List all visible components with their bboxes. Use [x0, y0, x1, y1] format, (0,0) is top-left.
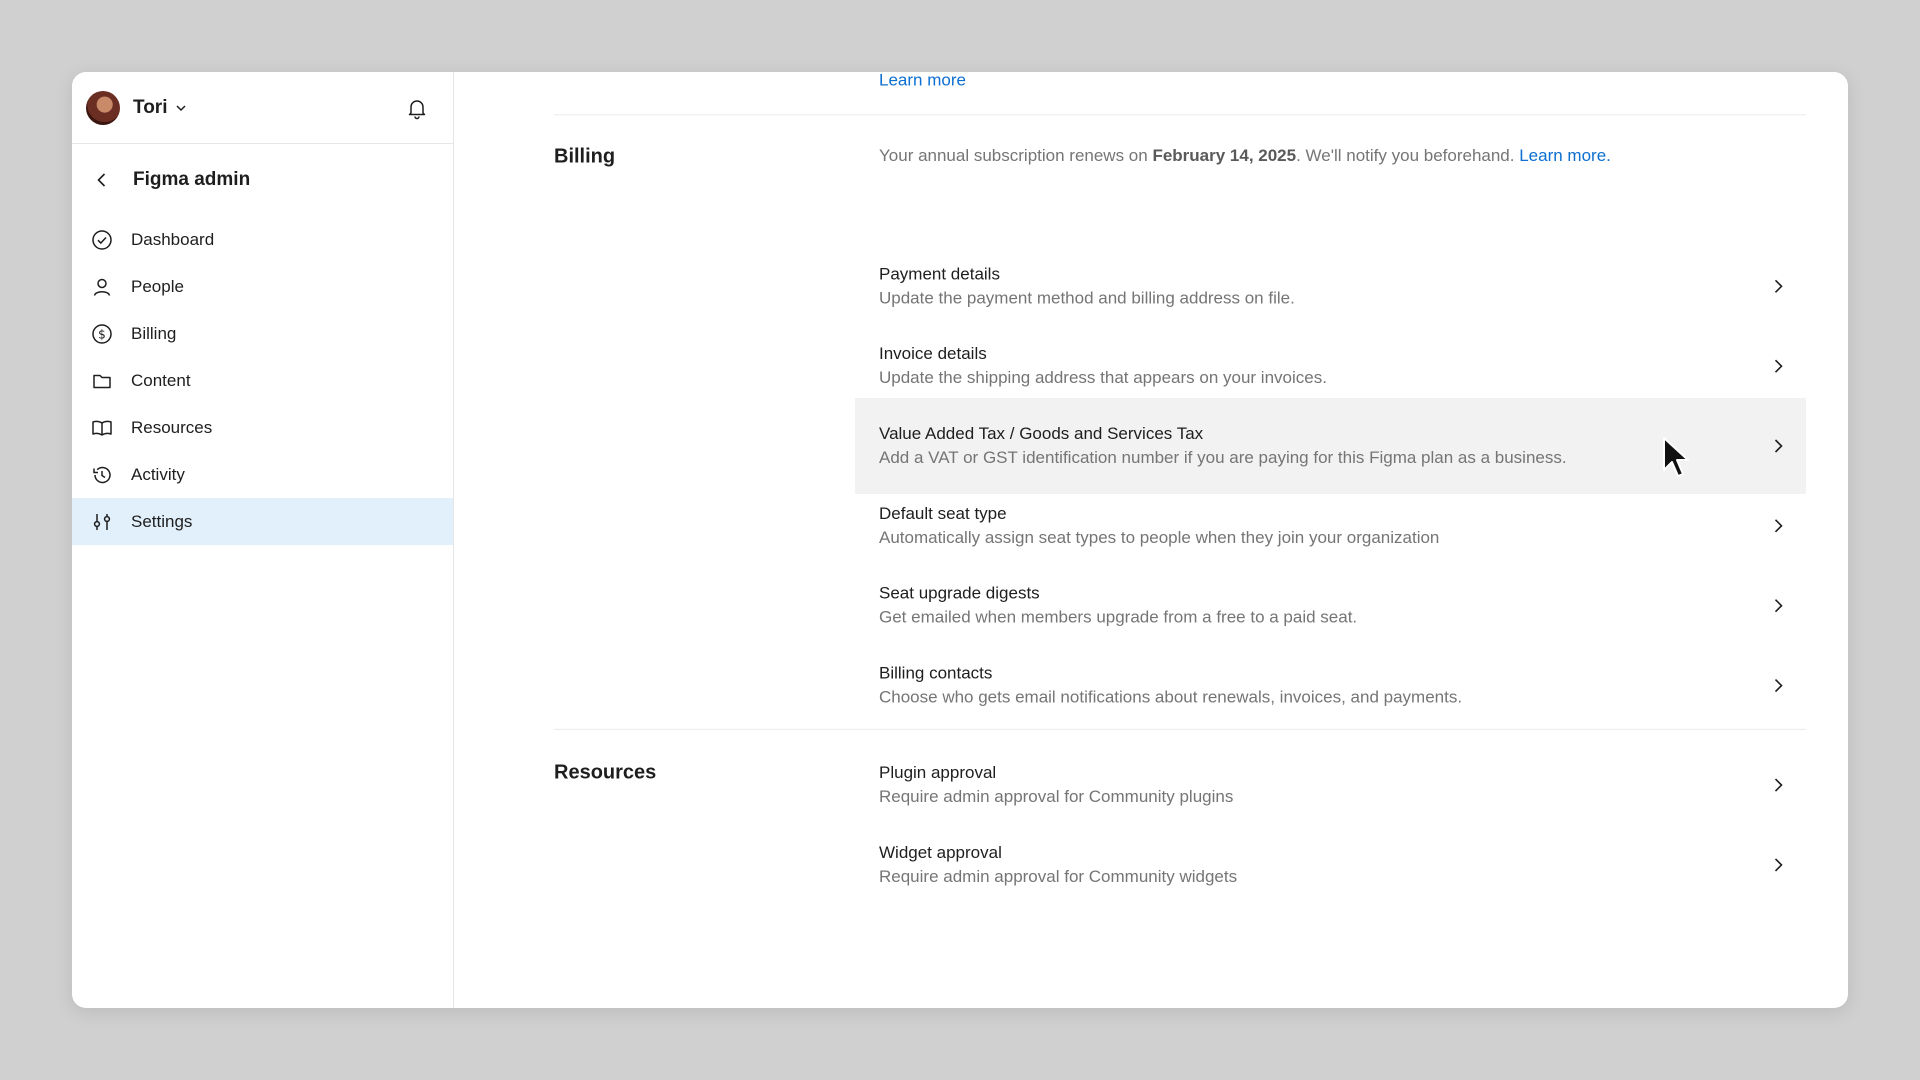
sidebar: Tori Figma admin Dashboard People $ Bill…: [72, 72, 454, 1008]
chevron-right-icon: [1768, 516, 1788, 536]
billing-renewal-note: Your annual subscription renews on Febru…: [879, 146, 1611, 166]
row-text: Plugin approval Require admin approval f…: [879, 761, 1768, 809]
book-icon: [90, 416, 114, 440]
sidebar-item-billing[interactable]: $ Billing: [72, 310, 453, 357]
row-title: Widget approval: [879, 842, 1002, 862]
chevron-right-icon: [1768, 676, 1788, 696]
row-text: Seat upgrade digests Get emailed when me…: [879, 582, 1768, 630]
billing-contacts-row[interactable]: Billing contacts Choose who gets email n…: [855, 638, 1806, 734]
sidebar-item-label: Dashboard: [131, 229, 215, 249]
avatar[interactable]: [86, 90, 120, 125]
chevron-right-icon: [1768, 596, 1788, 616]
row-text: Payment details Update the payment metho…: [879, 262, 1768, 310]
sidebar-item-resources[interactable]: Resources: [72, 404, 453, 451]
dollar-circle-icon: $: [90, 322, 114, 346]
row-title: Billing contacts: [879, 663, 993, 683]
chevron-right-icon: [1768, 436, 1788, 456]
sidebar-item-label: Billing: [131, 323, 177, 343]
row-title: Value Added Tax / Goods and Services Tax: [879, 424, 1204, 444]
sidebar-item-settings[interactable]: Settings: [72, 498, 453, 545]
row-description: Choose who gets email notifications abou…: [879, 687, 1463, 707]
check-circle-icon: [90, 228, 114, 252]
folder-icon: [90, 369, 114, 393]
history-icon: [90, 463, 114, 487]
row-description: Update the shipping address that appears…: [879, 368, 1327, 388]
sidebar-item-label: Settings: [131, 511, 193, 531]
sidebar-title: Figma admin: [133, 169, 251, 190]
row-description: Require admin approval for Community plu…: [879, 787, 1234, 807]
row-title: Invoice details: [879, 344, 987, 364]
row-title: Payment details: [879, 264, 1000, 284]
row-title: Plugin approval: [879, 763, 997, 783]
user-name[interactable]: Tori: [133, 97, 167, 119]
row-text: Invoice details Update the shipping addr…: [879, 342, 1768, 390]
chevron-right-icon: [1768, 855, 1788, 875]
row-description: Add a VAT or GST identification number i…: [879, 448, 1567, 468]
renewal-date: February 14, 2025: [1152, 146, 1297, 166]
sidebar-item-label: People: [131, 276, 184, 296]
person-icon: [90, 275, 114, 299]
chevron-left-icon[interactable]: [92, 170, 116, 190]
sidebar-nav: Dashboard People $ Billing Content Resou…: [72, 216, 453, 545]
row-text: Value Added Tax / Goods and Services Tax…: [879, 422, 1768, 470]
billing-section-label: Billing: [554, 145, 616, 168]
svg-text:$: $: [98, 327, 106, 341]
row-description: Automatically assign seat types to peopl…: [879, 527, 1440, 547]
row-text: Billing contacts Choose who gets email n…: [879, 662, 1768, 710]
chevron-right-icon: [1768, 356, 1788, 376]
app-window: Tori Figma admin Dashboard People $ Bill…: [72, 72, 1848, 1008]
divider: [554, 728, 1806, 730]
sidebar-item-people[interactable]: People: [72, 263, 453, 310]
sidebar-item-activity[interactable]: Activity: [72, 451, 453, 498]
row-description: Require admin approval for Community wid…: [879, 866, 1238, 886]
row-description: Update the payment method and billing ad…: [879, 288, 1295, 308]
row-text: Default seat type Automatically assign s…: [879, 502, 1768, 550]
resources-section-label: Resources: [554, 761, 657, 784]
widget-approval-row[interactable]: Widget approval Require admin approval f…: [855, 817, 1806, 913]
main-content: Learn more Billing Your annual subscript…: [454, 72, 1848, 1008]
divider: [554, 114, 1806, 116]
sidebar-item-label: Content: [131, 370, 191, 390]
learn-more-link[interactable]: Learn more: [879, 72, 966, 90]
bell-icon[interactable]: [405, 96, 429, 120]
chevron-right-icon: [1768, 775, 1788, 795]
sidebar-item-dashboard[interactable]: Dashboard: [72, 216, 453, 263]
renewal-learn-more-link[interactable]: Learn more.: [1519, 146, 1611, 165]
renewal-text: Your annual subscription renews on: [879, 146, 1153, 166]
chevron-down-icon[interactable]: [175, 102, 187, 114]
chevron-right-icon: [1768, 276, 1788, 296]
user-bar: Tori: [72, 72, 453, 144]
sliders-icon: [90, 510, 114, 534]
row-description: Get emailed when members upgrade from a …: [879, 607, 1358, 627]
row-text: Widget approval Require admin approval f…: [879, 841, 1768, 889]
sidebar-item-content[interactable]: Content: [72, 357, 453, 404]
sidebar-item-label: Resources: [131, 417, 213, 437]
renewal-text-suffix: . We'll notify you beforehand.: [1296, 146, 1520, 166]
row-title: Seat upgrade digests: [879, 583, 1040, 603]
sidebar-header: Figma admin: [72, 144, 453, 216]
sidebar-item-label: Activity: [131, 464, 185, 484]
row-title: Default seat type: [879, 503, 1007, 523]
